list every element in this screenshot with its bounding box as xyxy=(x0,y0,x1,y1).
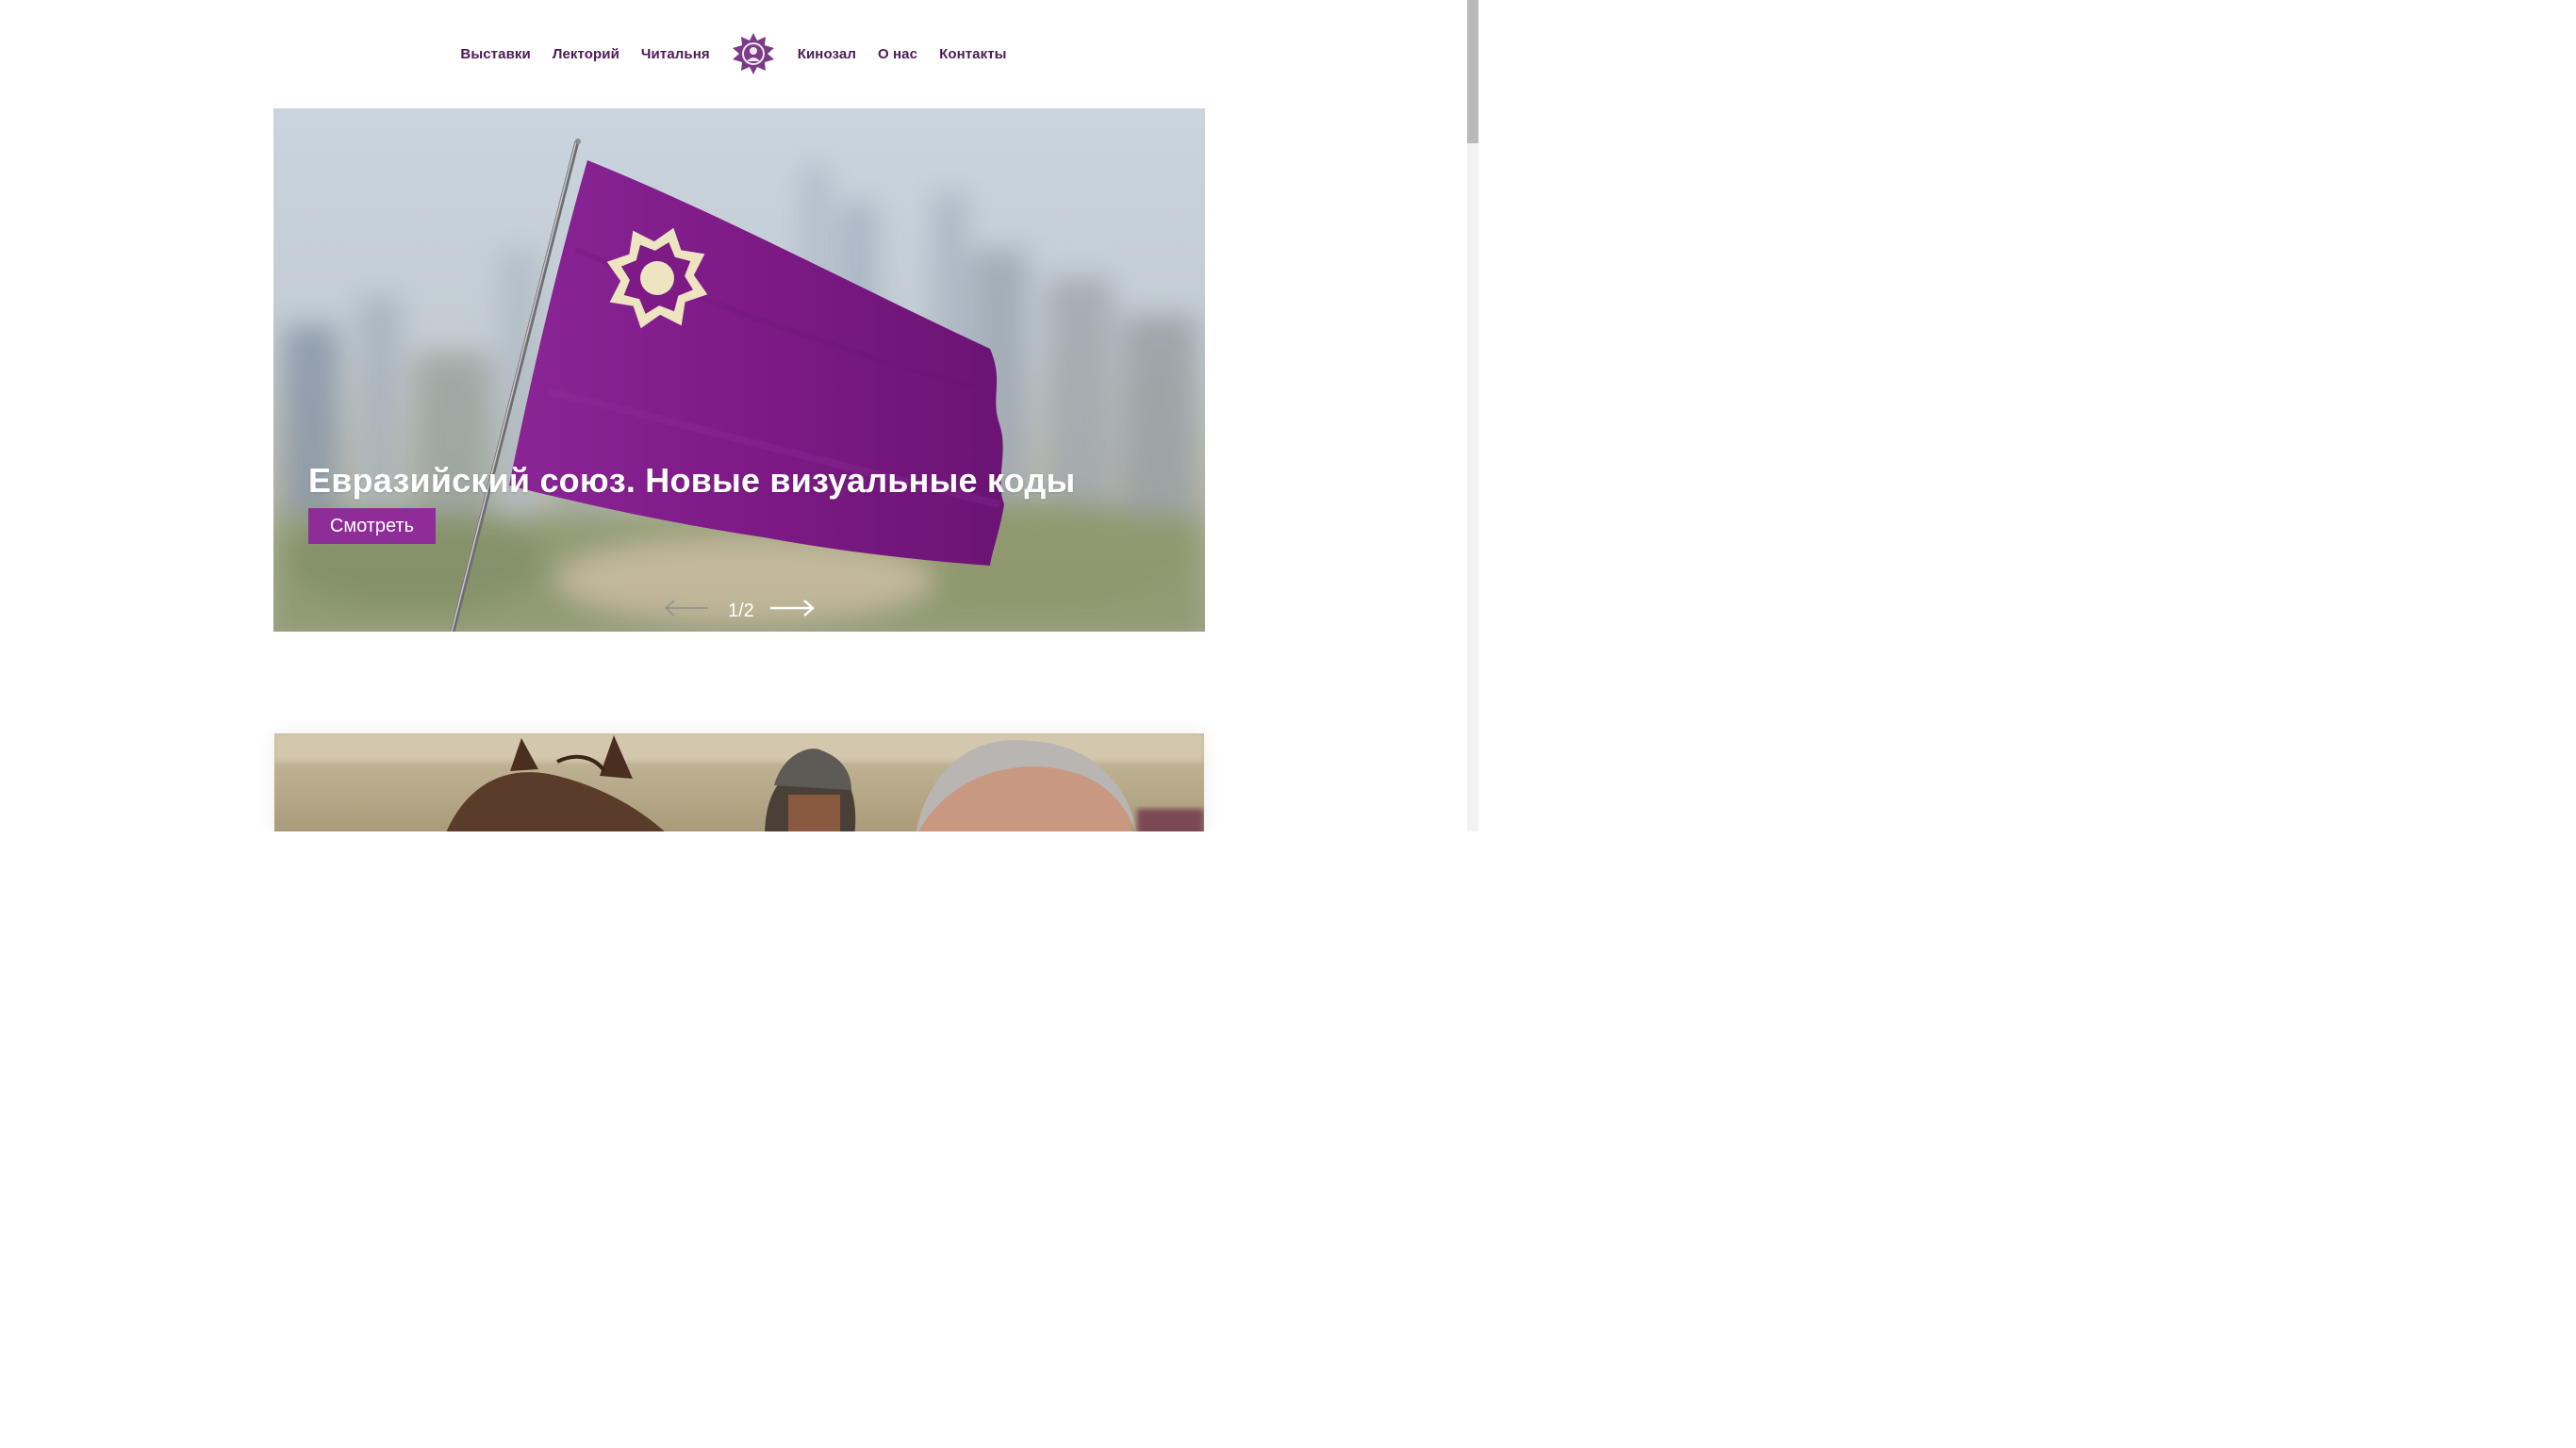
site-header: Выставки Лекторий Читальня Кинозал О нас… xyxy=(0,0,1467,107)
nav-item-about[interactable]: О нас xyxy=(878,46,917,62)
scrollbar-thumb[interactable] xyxy=(1467,0,1478,143)
watch-button[interactable]: Смотреть xyxy=(308,508,436,544)
second-card-image[interactable] xyxy=(274,733,1204,831)
nav-item-lectures[interactable]: Лекторий xyxy=(553,46,619,62)
slider-controls: 1/2 xyxy=(664,594,815,622)
arrow-left-icon[interactable] xyxy=(664,598,709,618)
slide-counter: 1/2 xyxy=(728,601,754,621)
nav-item-contacts[interactable]: Контакты xyxy=(939,46,1007,62)
nav-item-cinema[interactable]: Кинозал xyxy=(798,46,856,62)
page: Выставки Лекторий Читальня Кинозал О нас… xyxy=(0,0,1478,831)
nav-item-reading-room[interactable]: Читальня xyxy=(641,46,710,62)
nav-item-exhibitions[interactable]: Выставки xyxy=(460,46,530,62)
hero-slider: Евразийский союз. Новые визуальные коды … xyxy=(273,108,1205,632)
main-nav: Выставки Лекторий Читальня Кинозал О нас… xyxy=(0,32,1467,75)
star-emblem-icon[interactable] xyxy=(732,32,775,75)
arrow-right-icon[interactable] xyxy=(769,598,815,618)
hero-flag-image xyxy=(273,108,1205,632)
hero-title: Евразийский союз. Новые визуальные коды xyxy=(308,461,1076,500)
card-image xyxy=(274,733,1204,831)
scrollbar-track[interactable] xyxy=(1467,0,1478,831)
